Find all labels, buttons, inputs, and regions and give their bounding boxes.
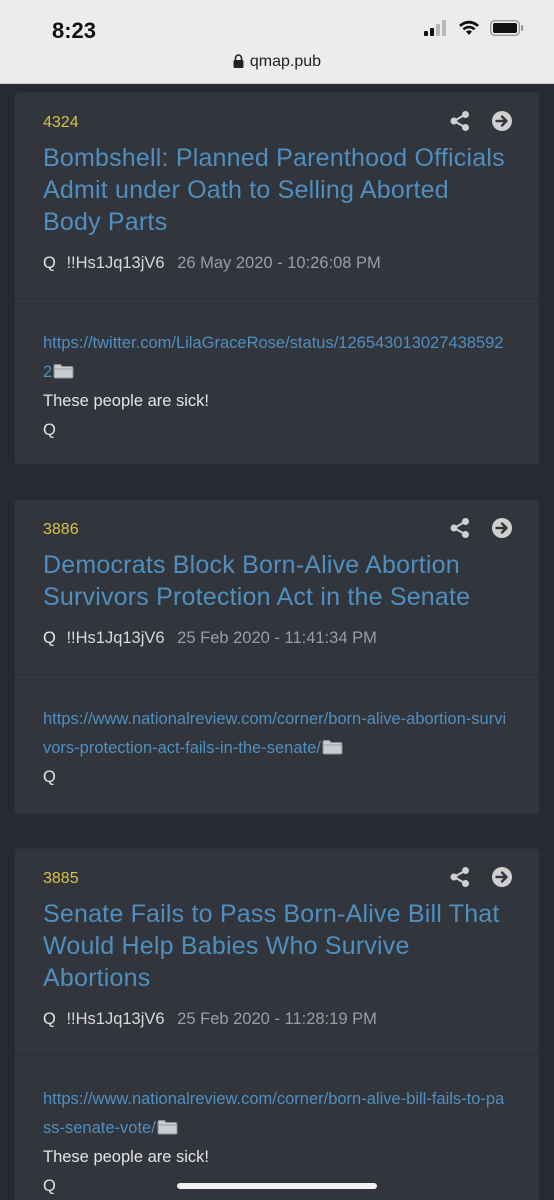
- url-text: qmap.pub: [249, 53, 322, 70]
- battery-icon: [490, 20, 524, 36]
- post-meta: Q !!Hs1Jq13jV6 25 Feb 2020 - 11:28:19 PM: [43, 1008, 511, 1030]
- post-header: 4324 Bombshell: Planned Parenthood Offic…: [15, 93, 539, 299]
- post-card: 3886 Democrats Block Born-Alive Abortion…: [14, 499, 540, 814]
- post-header: 3886 Democrats Block Born-Alive Abortion…: [15, 500, 539, 675]
- post-body: https://twitter.com/LilaGraceRose/status…: [15, 299, 539, 445]
- post-tripcode: !!Hs1Jq13jV6: [66, 254, 165, 272]
- post-card: 3885 Senate Fails to Pass Born-Alive Bil…: [14, 848, 540, 1200]
- post-date: 26 May 2020 - 10:26:08 PM: [177, 254, 381, 272]
- post-card: 4324 Bombshell: Planned Parenthood Offic…: [14, 92, 540, 465]
- post-actions: [449, 110, 513, 132]
- share-icon[interactable]: [449, 517, 471, 539]
- post-number[interactable]: 3886: [43, 520, 511, 540]
- post-number[interactable]: 4324: [43, 113, 511, 133]
- status-icons: [424, 20, 524, 36]
- post-author: Q: [43, 629, 56, 647]
- post-actions: [449, 866, 513, 888]
- arrow-right-circle-icon[interactable]: [491, 110, 513, 132]
- arrow-right-circle-icon[interactable]: [491, 517, 513, 539]
- post-signature: Q: [43, 768, 56, 786]
- arrow-right-circle-icon[interactable]: [491, 866, 513, 888]
- wifi-icon: [459, 20, 479, 35]
- browser-top-bar: 8:23 qmap.pub: [0, 0, 554, 84]
- post-text: These people are sick!: [43, 1148, 210, 1166]
- share-icon[interactable]: [449, 110, 471, 132]
- post-link[interactable]: https://www.nationalreview.com/corner/bo…: [43, 1090, 504, 1137]
- post-tripcode: !!Hs1Jq13jV6: [66, 629, 165, 647]
- post-author: Q: [43, 254, 56, 272]
- folder-icon[interactable]: [322, 739, 343, 755]
- post-author: Q: [43, 1010, 56, 1028]
- post-body: https://www.nationalreview.com/corner/bo…: [15, 1055, 539, 1200]
- home-indicator[interactable]: [177, 1183, 377, 1189]
- address-bar[interactable]: qmap.pub: [0, 53, 554, 71]
- post-signature: Q: [43, 421, 56, 439]
- post-title[interactable]: Democrats Block Born-Alive Abortion Surv…: [43, 549, 511, 613]
- folder-icon[interactable]: [53, 363, 74, 379]
- lock-icon: [233, 54, 244, 68]
- post-tripcode: !!Hs1Jq13jV6: [66, 1010, 165, 1028]
- post-body: https://www.nationalreview.com/corner/bo…: [15, 675, 539, 792]
- signal-icon: [424, 20, 446, 36]
- post-link[interactable]: https://twitter.com/LilaGraceRose/status…: [43, 334, 503, 381]
- post-date: 25 Feb 2020 - 11:41:34 PM: [177, 629, 377, 647]
- post-actions: [449, 517, 513, 539]
- post-header: 3885 Senate Fails to Pass Born-Alive Bil…: [15, 849, 539, 1055]
- post-number[interactable]: 3885: [43, 869, 511, 889]
- post-title[interactable]: Bombshell: Planned Parenthood Officials …: [43, 142, 511, 238]
- post-meta: Q !!Hs1Jq13jV6 25 Feb 2020 - 11:41:34 PM: [43, 627, 511, 649]
- post-meta: Q !!Hs1Jq13jV6 26 May 2020 - 10:26:08 PM: [43, 252, 511, 274]
- post-date: 25 Feb 2020 - 11:28:19 PM: [177, 1010, 377, 1028]
- post-text: These people are sick!: [43, 392, 210, 410]
- share-icon[interactable]: [449, 866, 471, 888]
- folder-icon[interactable]: [157, 1119, 178, 1135]
- status-time: 8:23: [52, 18, 97, 43]
- post-link[interactable]: https://www.nationalreview.com/corner/bo…: [43, 710, 506, 757]
- post-title[interactable]: Senate Fails to Pass Born-Alive Bill Tha…: [43, 898, 511, 994]
